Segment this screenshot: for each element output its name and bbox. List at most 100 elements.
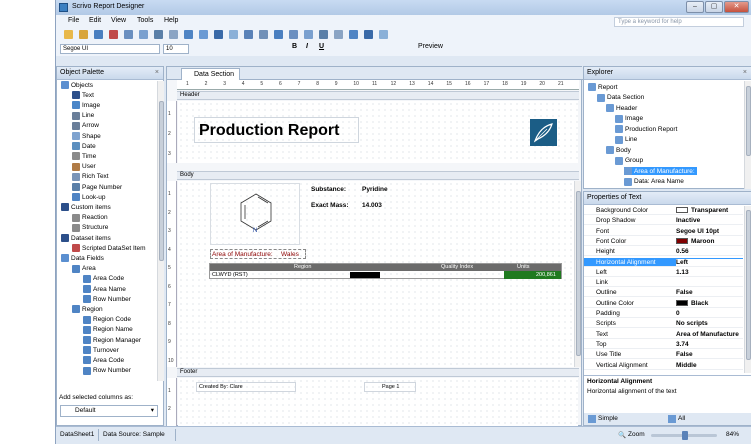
palette-item[interactable]: Text bbox=[72, 91, 94, 100]
explorer-item[interactable]: Data Section bbox=[597, 93, 644, 102]
explorer-item[interactable]: Report bbox=[588, 83, 618, 91]
property-value[interactable]: 3.74 bbox=[676, 341, 743, 348]
palette-item[interactable]: Row Number bbox=[83, 366, 131, 375]
property-row[interactable]: Padding 0 bbox=[584, 309, 743, 318]
explorer-item[interactable]: Line bbox=[615, 135, 637, 144]
bold-button[interactable]: B bbox=[292, 43, 297, 50]
toolbar-icon[interactable] bbox=[139, 30, 148, 39]
toolbar-icon[interactable] bbox=[199, 30, 208, 39]
palette-item[interactable]: Area Name bbox=[83, 285, 126, 293]
toolbar-icon[interactable] bbox=[259, 30, 268, 39]
toolbar-icon[interactable] bbox=[334, 30, 343, 39]
palette-item[interactable]: Arrow bbox=[72, 121, 99, 130]
explorer-item[interactable]: Header bbox=[606, 104, 637, 112]
properties-scroll-thumb[interactable] bbox=[746, 210, 751, 360]
toolbar-icon[interactable] bbox=[229, 30, 238, 39]
columns-select[interactable]: Default ▾ bbox=[60, 405, 158, 417]
structure-frame[interactable]: N bbox=[210, 183, 300, 245]
explorer-item[interactable]: Group bbox=[615, 156, 643, 165]
palette-item[interactable]: Objects bbox=[61, 81, 93, 89]
palette-item[interactable]: Structure bbox=[72, 223, 108, 232]
properties-scrollbar[interactable] bbox=[744, 206, 751, 373]
explorer-item[interactable]: Body bbox=[606, 146, 631, 154]
explorer-item[interactable]: Data: Area Name bbox=[624, 177, 684, 186]
toolbar-icon[interactable] bbox=[289, 30, 298, 39]
property-row[interactable]: Font Color Maroon bbox=[584, 237, 743, 246]
menu-help[interactable]: Help bbox=[164, 17, 178, 24]
palette-item[interactable]: Region Name bbox=[83, 325, 133, 334]
toolbar-icon[interactable] bbox=[109, 30, 118, 39]
underline-button[interactable]: U bbox=[319, 43, 324, 50]
data-table[interactable]: Region Quality Index Units CLWYD (RST) 2… bbox=[209, 263, 562, 279]
zoom-slider[interactable] bbox=[651, 431, 717, 440]
toolbar-icon[interactable] bbox=[169, 30, 178, 39]
italic-button[interactable]: I bbox=[306, 43, 308, 50]
palette-item[interactable]: Turnover bbox=[83, 346, 119, 355]
palette-item[interactable]: Region Manager bbox=[83, 336, 141, 344]
palette-item[interactable]: Shape bbox=[72, 132, 101, 140]
property-row[interactable]: Vertical Alignment Middle bbox=[584, 361, 743, 370]
explorer-item[interactable]: Area of Manufacture: bbox=[624, 167, 697, 175]
toolbar-icon[interactable] bbox=[214, 30, 223, 39]
feather-logo-icon[interactable] bbox=[530, 119, 557, 146]
property-row[interactable]: Background Color Transparent bbox=[584, 206, 743, 215]
palette-item[interactable]: Region Code bbox=[83, 315, 131, 324]
property-value[interactable]: Area of Manufacture bbox=[676, 331, 743, 338]
menu-edit[interactable]: Edit bbox=[89, 17, 101, 24]
minimize-button[interactable]: – bbox=[686, 1, 704, 13]
property-row[interactable]: Horizontal Alignment Left bbox=[584, 257, 743, 267]
palette-item[interactable]: Line bbox=[72, 111, 94, 120]
toolbar-icon[interactable] bbox=[79, 30, 88, 39]
palette-item[interactable]: Dataset items bbox=[61, 234, 111, 242]
property-value[interactable]: No scripts bbox=[676, 320, 743, 327]
property-value[interactable]: Segoe UI 10pt bbox=[676, 228, 743, 235]
font-name-combo[interactable]: Segoe UI bbox=[60, 44, 160, 54]
property-value[interactable]: False bbox=[676, 351, 743, 358]
header-canvas[interactable]: Production Report bbox=[178, 101, 578, 163]
property-value[interactable]: Middle bbox=[676, 362, 743, 369]
palette-item[interactable]: Custom items bbox=[61, 203, 111, 212]
property-row[interactable]: Drop Shadow Inactive bbox=[584, 216, 743, 226]
palette-item[interactable]: Reaction bbox=[72, 213, 108, 222]
palette-scroll-thumb[interactable] bbox=[159, 101, 164, 261]
zoom-slider-handle[interactable] bbox=[682, 431, 688, 440]
maximize-button[interactable]: ▢ bbox=[705, 1, 723, 13]
palette-item[interactable]: Area Code bbox=[83, 356, 124, 365]
tab-all[interactable]: All bbox=[678, 415, 685, 422]
body-band[interactable]: Body bbox=[177, 171, 579, 180]
palette-item[interactable]: Date bbox=[72, 142, 96, 151]
property-row[interactable]: Scripts No scripts bbox=[584, 319, 743, 329]
tab-simple[interactable]: Simple bbox=[598, 415, 618, 422]
property-value[interactable]: False bbox=[676, 289, 743, 296]
area-field-frame[interactable]: Area of Manufacture: Wales bbox=[210, 249, 306, 259]
property-row[interactable]: Left 1.13 bbox=[584, 268, 743, 277]
property-row[interactable]: Height 0.56 bbox=[584, 247, 743, 257]
palette-item[interactable]: Data Fields bbox=[61, 254, 104, 263]
property-value[interactable]: 0.56 bbox=[676, 248, 743, 255]
help-search-input[interactable]: Type a keyword for help bbox=[614, 17, 744, 27]
close-icon[interactable]: × bbox=[155, 67, 159, 79]
property-value[interactable]: Black bbox=[676, 299, 743, 307]
preview-button[interactable]: Preview bbox=[418, 43, 443, 50]
property-row[interactable]: Use Title False bbox=[584, 350, 743, 360]
toolbar-icon[interactable] bbox=[379, 30, 388, 39]
palette-item[interactable]: Region bbox=[72, 305, 103, 314]
title-textbox[interactable]: Production Report bbox=[194, 117, 359, 143]
toolbar-icon[interactable] bbox=[274, 30, 283, 39]
palette-scrollbar[interactable] bbox=[157, 81, 164, 381]
toolbar-icon[interactable] bbox=[244, 30, 253, 39]
palette-item[interactable]: Row Number bbox=[83, 295, 131, 304]
property-value[interactable]: Maroon bbox=[676, 237, 743, 245]
toolbar-icon[interactable] bbox=[319, 30, 328, 39]
palette-item[interactable]: Image bbox=[72, 101, 100, 110]
property-row[interactable]: Text Area of Manufacture bbox=[584, 330, 743, 339]
footer-band[interactable]: Footer bbox=[177, 368, 579, 377]
toolbar-icon[interactable] bbox=[94, 30, 103, 39]
property-row[interactable]: Top 3.74 bbox=[584, 340, 743, 349]
palette-item[interactable]: Time bbox=[72, 152, 96, 161]
body-scroll-thumb[interactable] bbox=[576, 191, 581, 356]
footer-canvas[interactable]: Created By: Clare Page 1 bbox=[178, 378, 578, 426]
toolbar-icon[interactable] bbox=[364, 30, 373, 39]
property-row[interactable]: Link bbox=[584, 278, 743, 288]
menu-view[interactable]: View bbox=[111, 17, 126, 24]
